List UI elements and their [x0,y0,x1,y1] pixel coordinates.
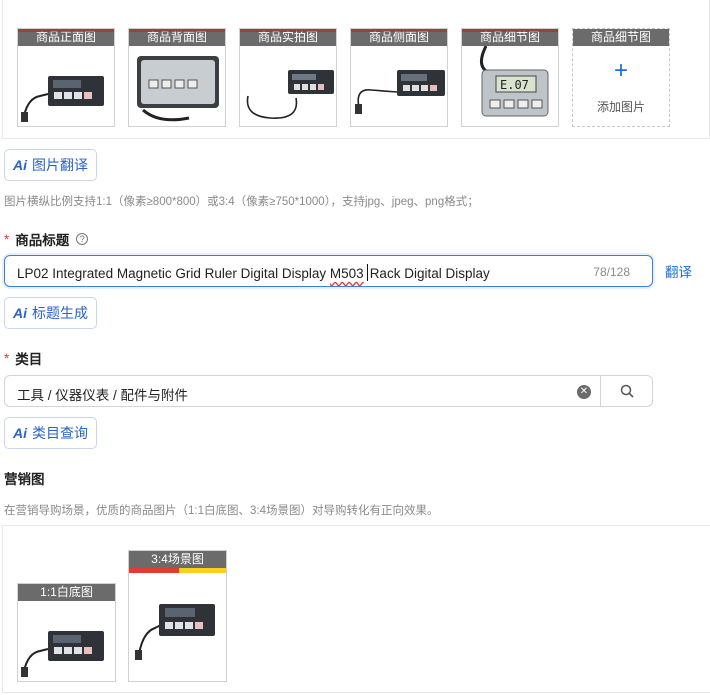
image-tile-back[interactable]: 商品背面图 [128,28,226,127]
image-hint: 图片横纵比例支持1:1（像素≥800*800）或3:4（像素≥750*1000）… [4,196,479,208]
marketing-tile-portrait[interactable]: 3:4场景图 [128,550,227,682]
category-input[interactable]: 工具 / 仪器仪表 / 配件与附件 ✕ [4,375,653,407]
title-value-end: Rack Digital Display [369,266,490,281]
category-query-label: 类目查询 [32,425,88,441]
ai-icon: Ai [13,425,27,441]
category-query-button[interactable]: Ai 类目查询 [4,417,97,449]
title-generate-label: 标题生成 [32,305,88,321]
title-label-text: 商品标题 [15,233,70,248]
search-icon [620,384,634,398]
image-tile-caption: 商品实拍图 [240,29,336,46]
marketing-photo-portrait [129,568,226,660]
marketing-tile-caption: 3:4场景图 [129,551,226,568]
product-photo-side [355,70,445,114]
clear-icon[interactable]: ✕ [577,385,591,399]
category-field-label: * 类目 [4,348,42,368]
title-value-misspelled: M503 [329,266,364,281]
image-tile-caption: 商品背面图 [129,29,225,46]
title-value: LP02 Integrated Magnetic Grid Ruler Digi… [17,264,490,281]
image-translate-label: 图片翻译 [32,157,88,173]
title-field-label: * 商品标题 ? [4,229,89,249]
image-translate-button[interactable]: Ai 图片翻译 [4,149,97,181]
marketing-hint: 在营销导购场景，优质的商品图片（1:1白底图、3:4场景图）对导购转化有正向效果… [4,505,439,517]
required-asterisk: * [4,350,10,366]
image-tile-caption: 商品细节图 [462,29,558,46]
marketing-label: 营销图 [4,472,45,487]
image-tile-caption: 商品正面图 [18,29,114,46]
ai-icon: Ai [13,157,27,173]
title-char-count: 78/128 [593,265,630,279]
add-image-tile[interactable]: 商品细节图 + 添加图片 [572,28,670,127]
title-value-start: LP02 Integrated Magnetic Grid Ruler Digi… [17,266,330,281]
marketing-images-panel: 1:1白底图 3:4场景图 [2,525,710,693]
product-photo-real [246,70,334,119]
title-translate-link[interactable]: 翻译 [665,261,692,281]
product-photo-back [137,56,219,122]
category-search-button[interactable] [600,376,653,406]
marketing-tile-caption: 1:1白底图 [18,584,115,601]
svg-text:E.07: E.07 [500,78,529,92]
category-value: 工具 / 仪器仪表 / 配件与附件 [17,388,189,403]
title-generate-button[interactable]: Ai 标题生成 [4,297,97,329]
marketing-photo-square [21,631,104,677]
product-images-panel: 商品正面图 商品背面图 商品实拍图 商品侧面图 商品细节图 E.07 商品细节图… [2,0,710,139]
product-photo-front [21,76,104,122]
category-label-text: 类目 [15,352,43,367]
add-image-label: 添加图片 [596,100,645,114]
image-tile-caption: 商品侧面图 [351,29,447,46]
required-asterisk: * [4,231,10,247]
image-tile-real[interactable]: 商品实拍图 [239,28,337,127]
plus-icon: + [613,57,628,84]
image-tile-front[interactable]: 商品正面图 [17,28,115,127]
add-tile-caption: 商品细节图 [573,29,669,46]
title-input[interactable]: LP02 Integrated Magnetic Grid Ruler Digi… [4,255,653,287]
question-circle-icon[interactable]: ? [76,233,89,245]
image-tile-detail[interactable]: 商品细节图 E.07 [461,28,559,127]
ai-icon: Ai [13,305,27,321]
text-caret [366,264,368,281]
product-photo-detail: E.07 [480,46,549,117]
image-tile-side[interactable]: 商品侧面图 [350,28,448,127]
marketing-tile-square[interactable]: 1:1白底图 [17,583,116,682]
